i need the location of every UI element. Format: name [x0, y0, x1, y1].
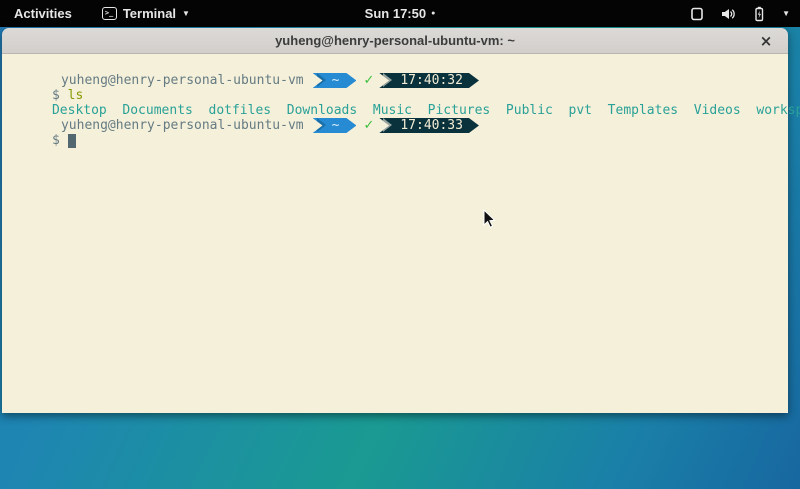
prompt-status-check: ✓ — [363, 73, 374, 88]
prompt-symbol: $ — [52, 88, 60, 103]
app-menu[interactable]: >_ Terminal ▼ — [102, 6, 190, 21]
prompt-status-check: ✓ — [363, 118, 374, 133]
prompt-user: yuheng@henry-personal-ubuntu-vm — [61, 73, 304, 88]
activities-button[interactable]: Activities — [10, 6, 76, 21]
command-text: ls — [68, 88, 84, 103]
ls-output-line: Desktop Documents dotfiles Downloads Mus… — [5, 88, 788, 103]
system-tray[interactable]: ▼ — [689, 0, 790, 27]
notification-dot: ● — [431, 10, 435, 17]
prompt-time-segment: 17:40:33 — [379, 118, 479, 133]
terminal-icon: >_ — [102, 7, 117, 20]
window-titlebar[interactable]: yuheng@henry-personal-ubuntu-vm: ~ × — [2, 28, 788, 54]
top-bar: Activities >_ Terminal ▼ Sun 17:50 ● ▼ — [0, 0, 800, 27]
terminal-cursor — [68, 134, 76, 148]
terminal-body[interactable]: yuheng@henry-personal-ubuntu-vm ~ ✓ 17:40:3… — [2, 54, 788, 413]
chevron-down-icon[interactable]: ▼ — [782, 10, 790, 18]
directory-list: Desktop Documents dotfiles Downloads Mus… — [52, 103, 800, 118]
window-title: yuheng@henry-personal-ubuntu-vm: ~ — [275, 33, 515, 48]
clock[interactable]: Sun 17:50 ● — [365, 0, 436, 27]
battery-charging-icon[interactable] — [751, 6, 767, 22]
app-menu-label: Terminal — [123, 6, 176, 21]
prompt-line: yuheng@henry-personal-ubuntu-vm~✓17:40:3… — [5, 58, 788, 73]
close-button[interactable]: × — [756, 28, 776, 53]
display-icon[interactable] — [689, 6, 705, 22]
prompt-time-segment: 17:40:32 — [379, 73, 479, 88]
prompt-path-segment: ~ — [313, 73, 357, 88]
prompt-symbol: $ — [52, 133, 60, 148]
mouse-cursor — [483, 209, 496, 234]
prompt-path-segment: ~ — [313, 118, 357, 133]
terminal-window: yuheng@henry-personal-ubuntu-vm: ~ × yuh… — [2, 28, 788, 413]
volume-icon[interactable] — [720, 6, 736, 22]
clock-label: Sun 17:50 — [365, 6, 426, 21]
chevron-down-icon: ▼ — [182, 10, 190, 18]
prompt-user: yuheng@henry-personal-ubuntu-vm — [61, 118, 304, 133]
